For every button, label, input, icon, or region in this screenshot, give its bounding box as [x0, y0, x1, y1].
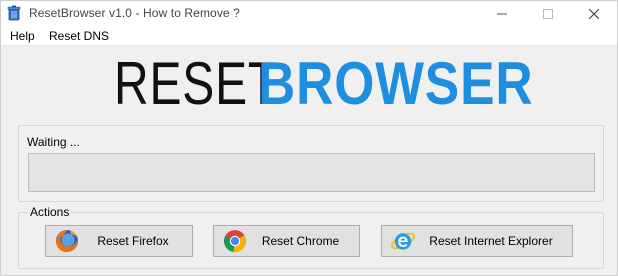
minimize-icon: [497, 13, 507, 14]
app-trash-icon: [7, 5, 21, 21]
close-button[interactable]: [571, 1, 617, 26]
reset-firefox-label: Reset Firefox: [97, 234, 169, 248]
maximize-button[interactable]: [525, 1, 571, 26]
status-panel: Waiting ...: [18, 125, 604, 202]
maximize-icon: [543, 8, 553, 19]
menu-item-reset-dns[interactable]: Reset DNS: [49, 29, 109, 43]
resetbrowser-logo: RESET BROWSER: [114, 50, 533, 117]
window-title: ResetBrowser v1.0 - How to Remove ?: [29, 6, 240, 20]
status-text: Waiting ...: [27, 135, 80, 149]
actions-group-label: Actions: [28, 205, 72, 219]
title-bar[interactable]: ResetBrowser v1.0 - How to Remove ?: [1, 1, 617, 26]
logo-browser-text: BROWSER: [258, 50, 534, 117]
menu-bar: Help Reset DNS: [1, 26, 617, 46]
minimize-button[interactable]: [479, 1, 525, 26]
reset-chrome-label: Reset Chrome: [261, 234, 340, 248]
internet-explorer-icon: [391, 232, 415, 250]
menu-item-help[interactable]: Help: [10, 29, 35, 43]
actions-group: Actions Reset Firefox Reset Chrome Reset…: [18, 205, 604, 269]
chrome-icon: [224, 230, 247, 253]
app-window: ResetBrowser v1.0 - How to Remove ? Help…: [0, 0, 618, 276]
logo-reset-text: RESET: [114, 50, 279, 117]
firefox-icon: [56, 230, 78, 253]
close-icon: [589, 8, 599, 19]
reset-chrome-button[interactable]: Reset Chrome: [213, 225, 360, 257]
progress-bar: [28, 153, 595, 192]
reset-internet-explorer-button[interactable]: Reset Internet Explorer: [381, 225, 573, 257]
reset-internet-explorer-label: Reset Internet Explorer: [429, 234, 553, 248]
reset-firefox-button[interactable]: Reset Firefox: [45, 225, 193, 257]
